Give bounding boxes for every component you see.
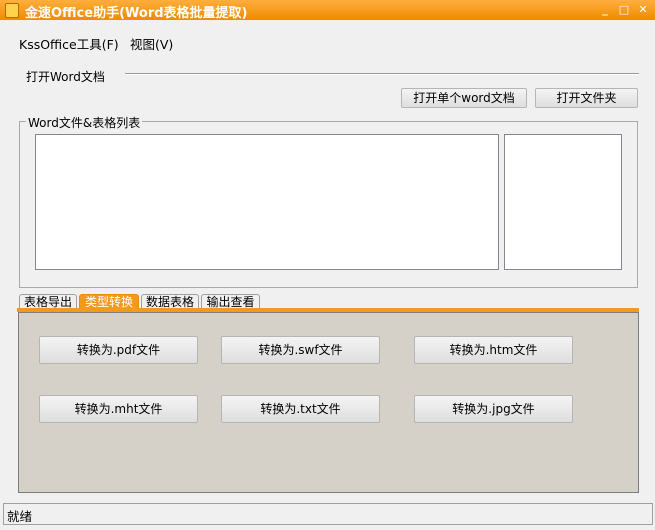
- app-icon: [5, 3, 19, 18]
- close-button[interactable]: ✕: [634, 2, 652, 18]
- status-text: 就绪: [7, 509, 33, 524]
- type-convert-panel: 转换为.pdf文件 转换为.swf文件 转换为.htm文件 转换为.mht文件 …: [18, 312, 639, 493]
- convert-htm-button[interactable]: 转换为.htm文件: [414, 336, 573, 364]
- file-list-legend: Word文件&表格列表: [26, 114, 143, 131]
- window-title: 金速Office助手(Word表格批量提取): [25, 6, 248, 21]
- word-file-list[interactable]: [35, 134, 499, 270]
- status-bar: 就绪: [3, 503, 653, 525]
- open-word-section-label: 打开Word文档: [26, 70, 105, 84]
- tab-data-table[interactable]: 数据表格: [141, 294, 199, 309]
- section-divider: [125, 73, 639, 75]
- open-single-word-button[interactable]: 打开单个word文档: [401, 88, 527, 108]
- tab-type-convert[interactable]: 类型转换: [79, 294, 139, 309]
- maximize-button[interactable]: □: [615, 2, 633, 18]
- menu-bar: KssOffice工具(F) 视图(V): [0, 30, 655, 54]
- convert-txt-button[interactable]: 转换为.txt文件: [221, 395, 380, 423]
- convert-mht-button[interactable]: 转换为.mht文件: [39, 395, 198, 423]
- menu-view[interactable]: 视图(V): [130, 34, 173, 53]
- tab-output-view[interactable]: 输出查看: [201, 294, 260, 309]
- title-bar: 金速Office助手(Word表格批量提取) _ □ ✕: [0, 0, 655, 21]
- convert-pdf-button[interactable]: 转换为.pdf文件: [39, 336, 198, 364]
- menu-kssoffice-tools[interactable]: KssOffice工具(F): [19, 34, 119, 53]
- tab-table-export[interactable]: 表格导出: [19, 294, 77, 309]
- convert-jpg-button[interactable]: 转换为.jpg文件: [414, 395, 573, 423]
- open-folder-button[interactable]: 打开文件夹: [535, 88, 638, 108]
- convert-swf-button[interactable]: 转换为.swf文件: [221, 336, 380, 364]
- minimize-button[interactable]: _: [596, 2, 614, 18]
- table-list[interactable]: [504, 134, 622, 270]
